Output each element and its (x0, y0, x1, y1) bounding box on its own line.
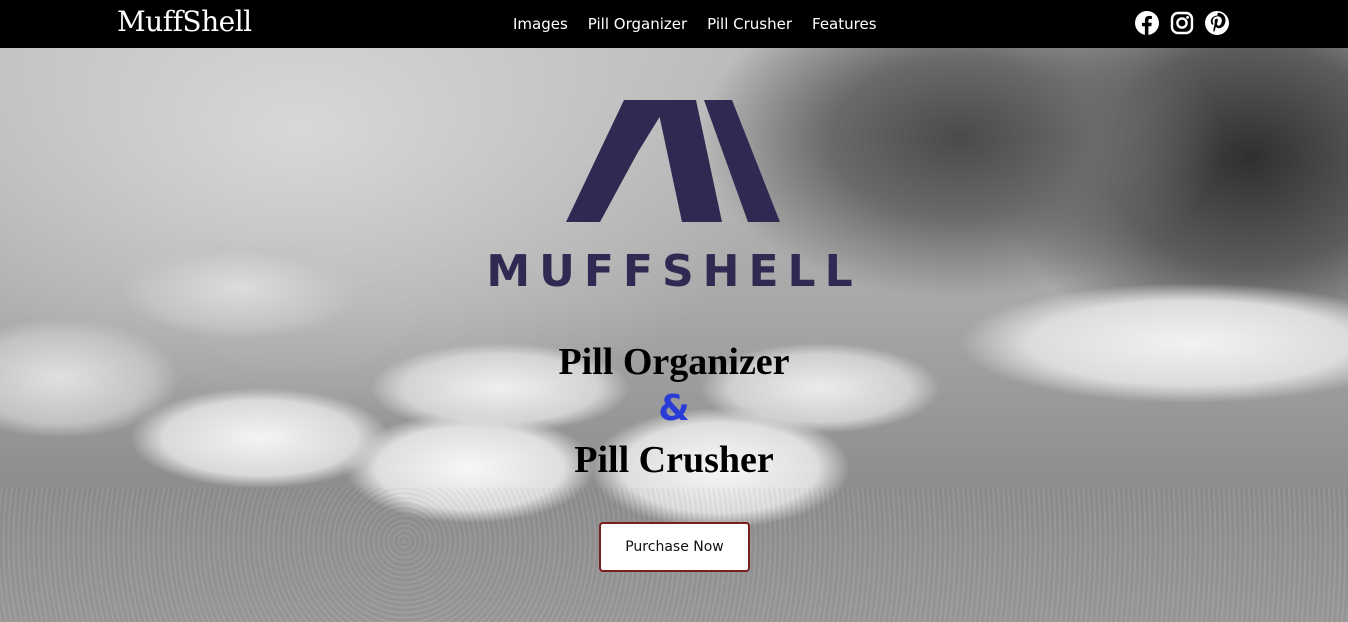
headline-ampersand: & (658, 388, 690, 429)
headline-pill-organizer: Pill Organizer (558, 341, 790, 383)
logo-wordmark: MUFFSHELL (486, 246, 862, 297)
facebook-icon[interactable] (1135, 11, 1159, 35)
pinterest-icon[interactable] (1205, 11, 1229, 35)
nav-link-images[interactable]: Images (503, 0, 578, 48)
nav-link-pill-crusher[interactable]: Pill Crusher (697, 0, 802, 48)
muffshell-logo: MUFFSHELL (478, 100, 870, 300)
nav-link-features[interactable]: Features (802, 0, 887, 48)
brand-logo-link[interactable]: MuffShell (117, 5, 252, 38)
purchase-now-button[interactable]: Purchase Now (599, 522, 750, 572)
headline-pill-crusher: Pill Crusher (574, 439, 774, 481)
nav-links: Images Pill Organizer Pill Crusher Featu… (503, 0, 887, 48)
social-links (1135, 11, 1229, 35)
instagram-icon[interactable] (1170, 11, 1194, 35)
top-navbar: MuffShell Images Pill Organizer Pill Cru… (0, 0, 1348, 48)
muffshell-logo-mark (566, 100, 780, 222)
nav-link-pill-organizer[interactable]: Pill Organizer (578, 0, 697, 48)
hero-section: MUFFSHELL Pill Organizer & Pill Crusher … (0, 48, 1348, 622)
